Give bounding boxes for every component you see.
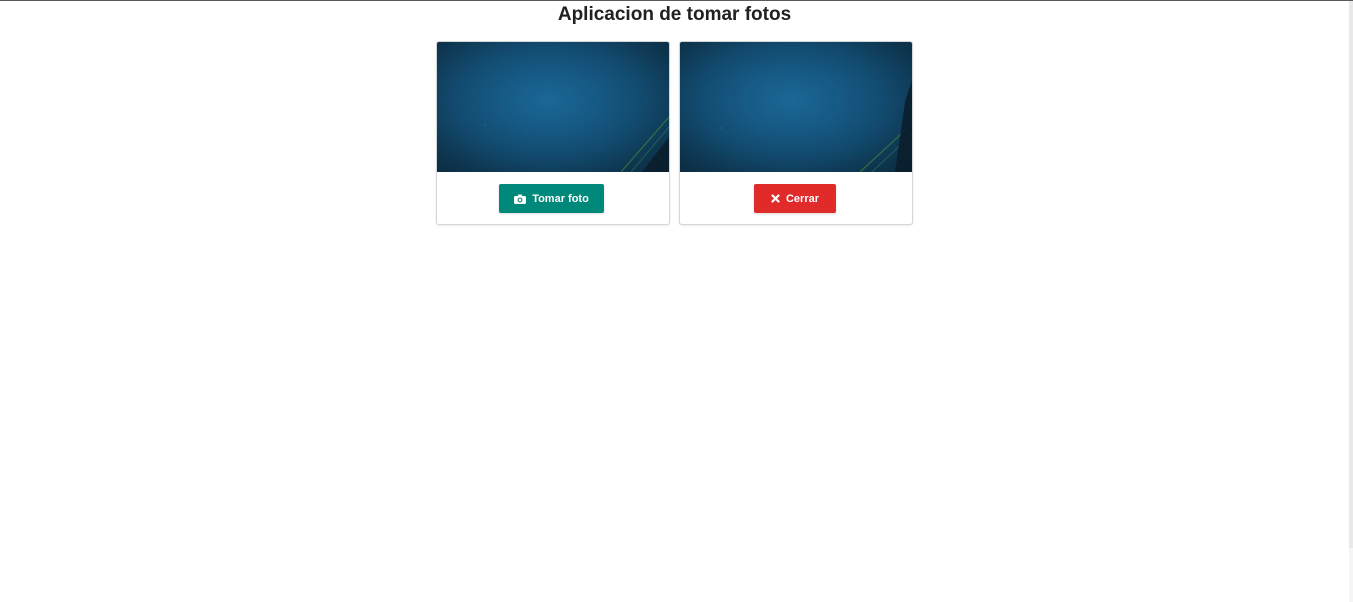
camera-icon <box>514 194 527 204</box>
window-top-border <box>0 0 1353 1</box>
camera-card: Cerrar <box>679 41 913 225</box>
vertical-scrollbar[interactable] <box>1349 1 1353 548</box>
card-footer: Tomar foto <box>437 172 669 224</box>
camera-preview <box>437 42 669 172</box>
take-photo-label: Tomar foto <box>532 192 589 205</box>
page-title: Aplicacion de tomar fotos <box>557 4 792 25</box>
camera-preview <box>680 42 912 172</box>
close-label: Cerrar <box>785 192 820 205</box>
camera-card: Tomar foto <box>436 41 670 225</box>
card-footer: Cerrar <box>680 172 912 224</box>
close-button[interactable]: Cerrar <box>754 184 836 213</box>
take-photo-button[interactable]: Tomar foto <box>499 184 604 213</box>
scrollbar-track <box>1349 548 1353 602</box>
close-icon <box>771 194 780 203</box>
